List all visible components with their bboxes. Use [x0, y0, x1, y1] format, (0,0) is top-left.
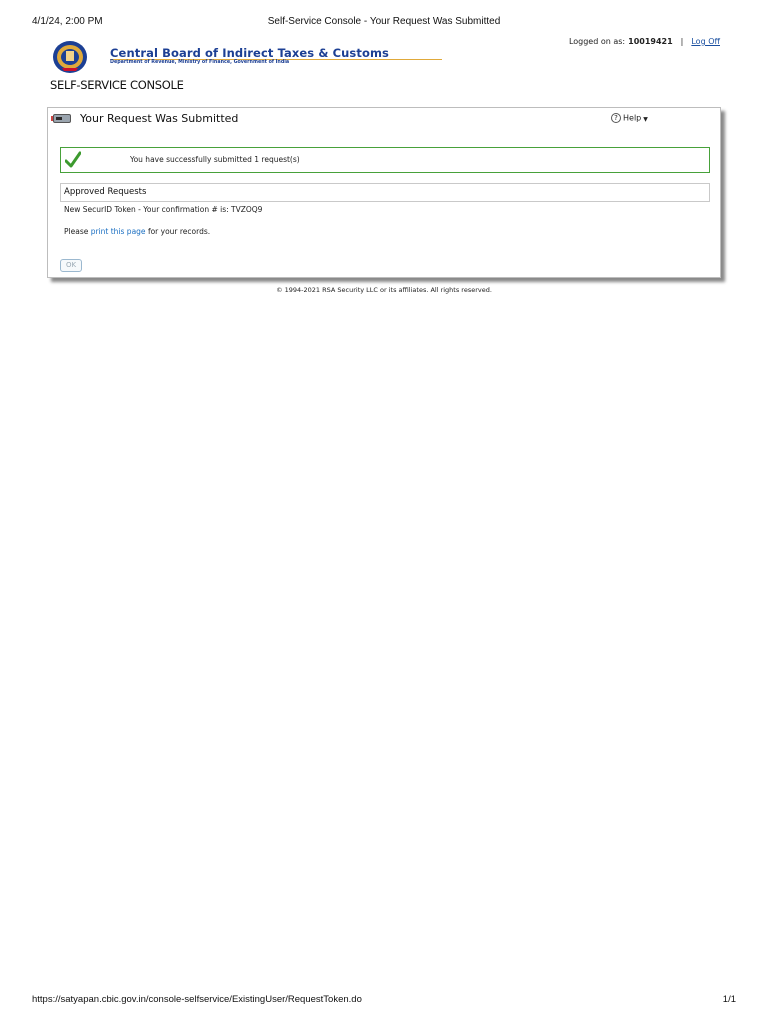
- checkmark-icon: [65, 151, 81, 168]
- help-icon: ?: [611, 113, 621, 123]
- print-page-link[interactable]: print this page: [91, 227, 146, 236]
- print-header: 4/1/24, 2:00 PM Self-Service Console - Y…: [32, 16, 736, 30]
- brand-subtitle: Department of Revenue, Ministry of Finan…: [110, 60, 290, 65]
- print-prefix: Please: [64, 227, 89, 236]
- help-label: Help: [623, 113, 642, 123]
- approved-requests-title: Approved Requests: [64, 187, 147, 197]
- help-menu[interactable]: ? Help ▼: [611, 113, 648, 123]
- print-page-number: 1/1: [722, 994, 736, 1005]
- user-id: 10019421: [628, 37, 673, 46]
- request-panel: Your Request Was Submitted ? Help ▼ You ha…: [47, 107, 721, 278]
- brand-logo: Central Board of Indirect Taxes & Custom…: [52, 40, 442, 76]
- console-title: SELF-SERVICE CONSOLE: [50, 78, 184, 92]
- print-url: https://satyapan.cbic.gov.in/console-sel…: [32, 994, 362, 1005]
- emblem-icon: [53, 41, 87, 73]
- print-instruction: Please print this page for your records.: [64, 227, 210, 236]
- logon-status: Logged on as: 10019421 | Log Off: [569, 37, 720, 46]
- panel-title: Your Request Was Submitted: [80, 112, 239, 125]
- print-footer: https://satyapan.cbic.gov.in/console-sel…: [32, 994, 736, 1008]
- success-message: You have successfully submitted 1 reques…: [130, 155, 300, 164]
- logon-separator: |: [680, 37, 684, 46]
- print-page-title: Self-Service Console - Your Request Was …: [267, 16, 501, 27]
- copyright: © 1994-2021 RSA Security LLC or its affi…: [276, 286, 492, 294]
- approved-requests-header: Approved Requests: [60, 183, 710, 202]
- logoff-link[interactable]: Log Off: [691, 37, 720, 46]
- success-message-box: You have successfully submitted 1 reques…: [60, 147, 710, 173]
- ok-button[interactable]: OK: [60, 259, 82, 272]
- token-icon: [51, 114, 71, 123]
- chevron-down-icon: ▼: [643, 115, 648, 123]
- confirmation-text: New SecurID Token - Your confirmation # …: [64, 205, 263, 214]
- print-suffix: for your records.: [147, 227, 211, 236]
- logon-label: Logged on as:: [568, 37, 626, 46]
- brand-name: Central Board of Indirect Taxes & Custom…: [110, 46, 389, 60]
- panel-header: Your Request Was Submitted ? Help ▼: [48, 108, 720, 130]
